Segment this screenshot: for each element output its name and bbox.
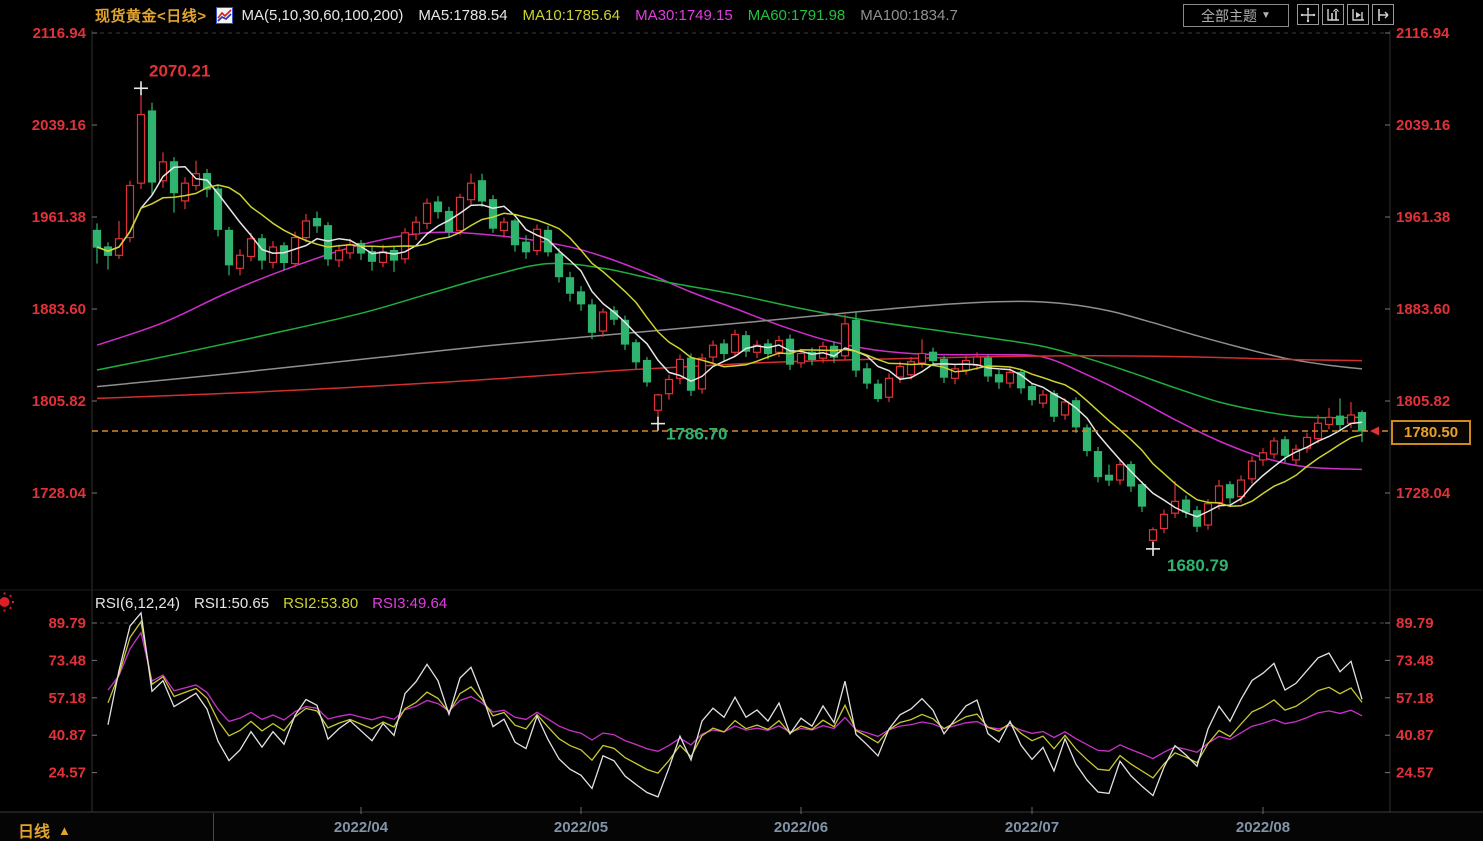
svg-text:89.79: 89.79: [1396, 615, 1434, 632]
bottom-bar-divider: [213, 813, 214, 841]
candles: [92, 88, 1367, 549]
ma-formula: MA(5,10,30,60,100,200): [241, 6, 404, 24]
ma60-value: MA60:1791.98: [747, 6, 846, 24]
rsi-line-rsi1: [107, 611, 1363, 798]
zoom-y-axis-button[interactable]: [1322, 4, 1344, 25]
rsi-line-rsi2: [107, 620, 1363, 779]
period-selector[interactable]: 日线 ▲: [18, 818, 71, 841]
pan-right-icon: [1378, 8, 1389, 21]
svg-text:1883.60: 1883.60: [1396, 301, 1450, 318]
svg-text:2022/05: 2022/05: [554, 819, 608, 836]
zoom-y-axis-icon: [1327, 8, 1339, 21]
move-crosshair-icon: [1300, 7, 1316, 22]
svg-text:40.87: 40.87: [1396, 727, 1434, 744]
svg-text:2116.94: 2116.94: [1396, 25, 1450, 42]
chart-header: 现货黄金<日线> MA(5,10,30,60,100,200) MA5:1788…: [95, 0, 958, 30]
current-price-tag: 1780.50: [1391, 420, 1471, 445]
ma-line-ma30: [96, 231, 1363, 471]
pan-right-button[interactable]: [1372, 4, 1394, 25]
svg-text:2022/04: 2022/04: [334, 819, 389, 836]
line-chart-icon[interactable]: [215, 6, 233, 24]
svg-text:1680.79: 1680.79: [1167, 556, 1228, 575]
short-ma-lines: [96, 166, 1363, 518]
svg-text:1805.82: 1805.82: [32, 393, 86, 410]
svg-text:2022/07: 2022/07: [1005, 819, 1059, 836]
grid-lines: [0, 30, 1483, 812]
svg-text:1805.82: 1805.82: [1396, 393, 1450, 410]
svg-text:1883.60: 1883.60: [32, 301, 86, 318]
ma-line-ma10: [96, 184, 1363, 508]
theme-dropdown-label: 全部主题: [1201, 7, 1258, 24]
rsi-header: RSI(6,12,24) RSI1:50.65 RSI2:53.80 RSI3:…: [95, 595, 447, 612]
svg-text:89.79: 89.79: [48, 615, 86, 632]
theme-dropdown[interactable]: 全部主题 ▼: [1183, 4, 1289, 27]
time-axis: 2022/04 2022/05 2022/06 2022/07 2022/08: [0, 807, 1483, 841]
svg-text:1786.70: 1786.70: [666, 425, 727, 444]
instrument-title: 现货黄金<日线>: [95, 7, 207, 25]
svg-text:1728.04: 1728.04: [32, 485, 87, 502]
svg-text:2022/08: 2022/08: [1236, 819, 1290, 836]
svg-text:1961.38: 1961.38: [1396, 209, 1450, 226]
chart-canvas[interactable]: 2070.21 1786.70 1680.79 2116.94 2116.94 2039.…: [0, 0, 1483, 841]
long-ma-lines: [96, 231, 1363, 471]
svg-text:57.18: 57.18: [48, 690, 86, 707]
axis-labels: 2116.94 2116.94 2039.16 2039.16 1961.38 1961.…: [32, 25, 1451, 782]
move-crosshair-button[interactable]: [1297, 4, 1319, 25]
ma30-value: MA30:1749.15: [635, 6, 733, 24]
price-annotations: 2070.21 1786.70 1680.79: [134, 61, 1228, 575]
svg-text:2070.21: 2070.21: [149, 61, 210, 80]
ma10-value: MA10:1785.64: [522, 6, 621, 24]
svg-text:73.48: 73.48: [48, 652, 86, 669]
rsi-lines: [107, 611, 1363, 798]
svg-text:73.48: 73.48: [1396, 652, 1434, 669]
svg-text:1728.04: 1728.04: [1396, 485, 1451, 502]
ma-line-ma60: [96, 262, 1363, 419]
rsi-formula: RSI(6,12,24): [95, 595, 181, 612]
svg-text:40.87: 40.87: [48, 727, 86, 744]
svg-text:24.57: 24.57: [48, 765, 86, 782]
zoom-x-axis-button[interactable]: [1347, 4, 1369, 25]
svg-text:2039.16: 2039.16: [1396, 117, 1450, 134]
ma100-value: MA100:1834.7: [860, 6, 958, 24]
rsi3-value: RSI3:49.64: [372, 595, 448, 612]
rsi-line-rsi3: [107, 631, 1363, 760]
svg-text:1961.38: 1961.38: [32, 209, 86, 226]
chevron-down-icon: ▼: [1261, 10, 1271, 21]
svg-text:57.18: 57.18: [1396, 690, 1434, 707]
last-price-marker: [1370, 426, 1379, 436]
rsi2-value: RSI2:53.80: [283, 595, 359, 612]
ma-line-ma200: [96, 355, 1363, 400]
ma-line-ma100: [96, 300, 1363, 388]
alert-sun-icon: [0, 592, 14, 612]
svg-text:2022/06: 2022/06: [774, 819, 828, 836]
trading-app: 2070.21 1786.70 1680.79 2116.94 2116.94 2039.…: [0, 0, 1483, 841]
svg-text:2039.16: 2039.16: [32, 117, 86, 134]
svg-text:24.57: 24.57: [1396, 765, 1434, 782]
period-label: 日线: [18, 824, 51, 841]
zoom-x-axis-icon: [1352, 8, 1364, 21]
ma5-value: MA5:1788.54: [418, 6, 508, 24]
rsi1-value: RSI1:50.65: [194, 595, 270, 612]
current-price-line: [92, 426, 1390, 436]
ma-line-ma5: [96, 166, 1363, 518]
triangle-up-icon: ▲: [58, 822, 71, 838]
svg-text:2116.94: 2116.94: [33, 25, 87, 42]
